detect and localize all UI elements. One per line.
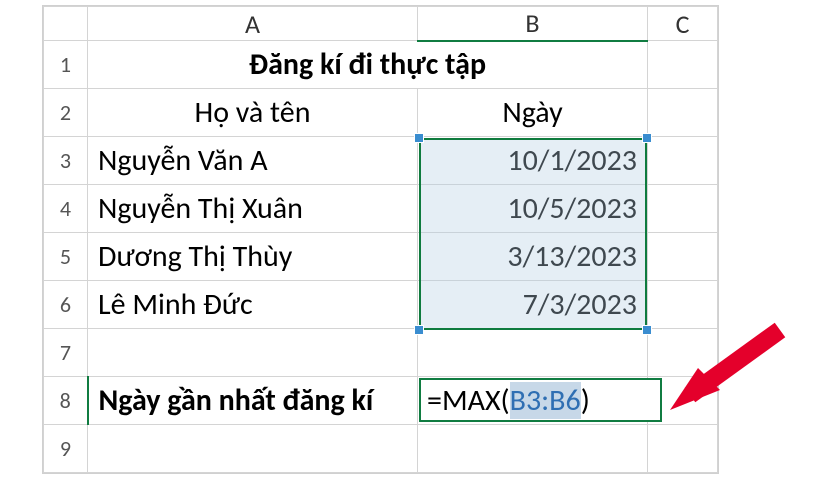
cell-name-1[interactable]: Nguyễn Thị Xuân xyxy=(88,185,418,233)
header-name[interactable]: Họ và tên xyxy=(88,89,418,137)
cell-c6[interactable] xyxy=(648,281,718,329)
cell-date-3[interactable]: 7/3/2023 xyxy=(418,281,648,329)
cell-c9[interactable] xyxy=(648,425,718,473)
row-header-6[interactable]: 6 xyxy=(44,281,88,329)
formula-editor[interactable]: =MAX(B3:B6) xyxy=(419,378,662,422)
row-header-7[interactable]: 7 xyxy=(44,329,88,377)
cell-date-0[interactable]: 10/1/2023 xyxy=(418,137,648,185)
cell-b9[interactable] xyxy=(418,425,648,473)
row-header-1[interactable]: 1 xyxy=(44,41,88,89)
cell-c3[interactable] xyxy=(648,137,718,185)
cell-date-2[interactable]: 3/13/2023 xyxy=(418,233,648,281)
formula-range-ref: B3:B6 xyxy=(510,382,581,419)
formula-prefix: =MAX( xyxy=(427,382,510,419)
col-header-c[interactable]: C xyxy=(648,7,718,41)
row-header-5[interactable]: 5 xyxy=(44,233,88,281)
cell-name-0[interactable]: Nguyễn Văn A xyxy=(88,137,418,185)
cell-c7[interactable] xyxy=(648,329,718,377)
cell-c1[interactable] xyxy=(648,41,718,89)
cell-a7[interactable] xyxy=(88,329,418,377)
cell-c2[interactable] xyxy=(648,89,718,137)
cell-c5[interactable] xyxy=(648,233,718,281)
label-recent[interactable]: Ngày gần nhất đăng kí xyxy=(88,377,418,425)
cell-a9[interactable] xyxy=(88,425,418,473)
col-header-a[interactable]: A xyxy=(88,7,418,41)
row-header-4[interactable]: 4 xyxy=(44,185,88,233)
cell-b7[interactable] xyxy=(418,329,648,377)
cell-name-3[interactable]: Lê Minh Đức xyxy=(88,281,418,329)
cell-date-1[interactable]: 10/5/2023 xyxy=(418,185,648,233)
row-header-3[interactable]: 3 xyxy=(44,137,88,185)
header-date[interactable]: Ngày xyxy=(418,89,648,137)
spreadsheet-grid[interactable]: A B C 1 Đăng kí đi thực tập 2 Họ và tên … xyxy=(42,5,719,474)
select-all-corner[interactable] xyxy=(44,7,88,41)
cell-name-2[interactable]: Dương Thị Thùy xyxy=(88,233,418,281)
row-header-9[interactable]: 9 xyxy=(44,425,88,473)
col-header-b[interactable]: B xyxy=(418,7,648,41)
row-header-8[interactable]: 8 xyxy=(44,377,88,425)
row-header-2[interactable]: 2 xyxy=(44,89,88,137)
cell-c4[interactable] xyxy=(648,185,718,233)
formula-suffix: ) xyxy=(581,382,590,419)
title-cell[interactable]: Đăng kí đi thực tập xyxy=(88,41,648,89)
